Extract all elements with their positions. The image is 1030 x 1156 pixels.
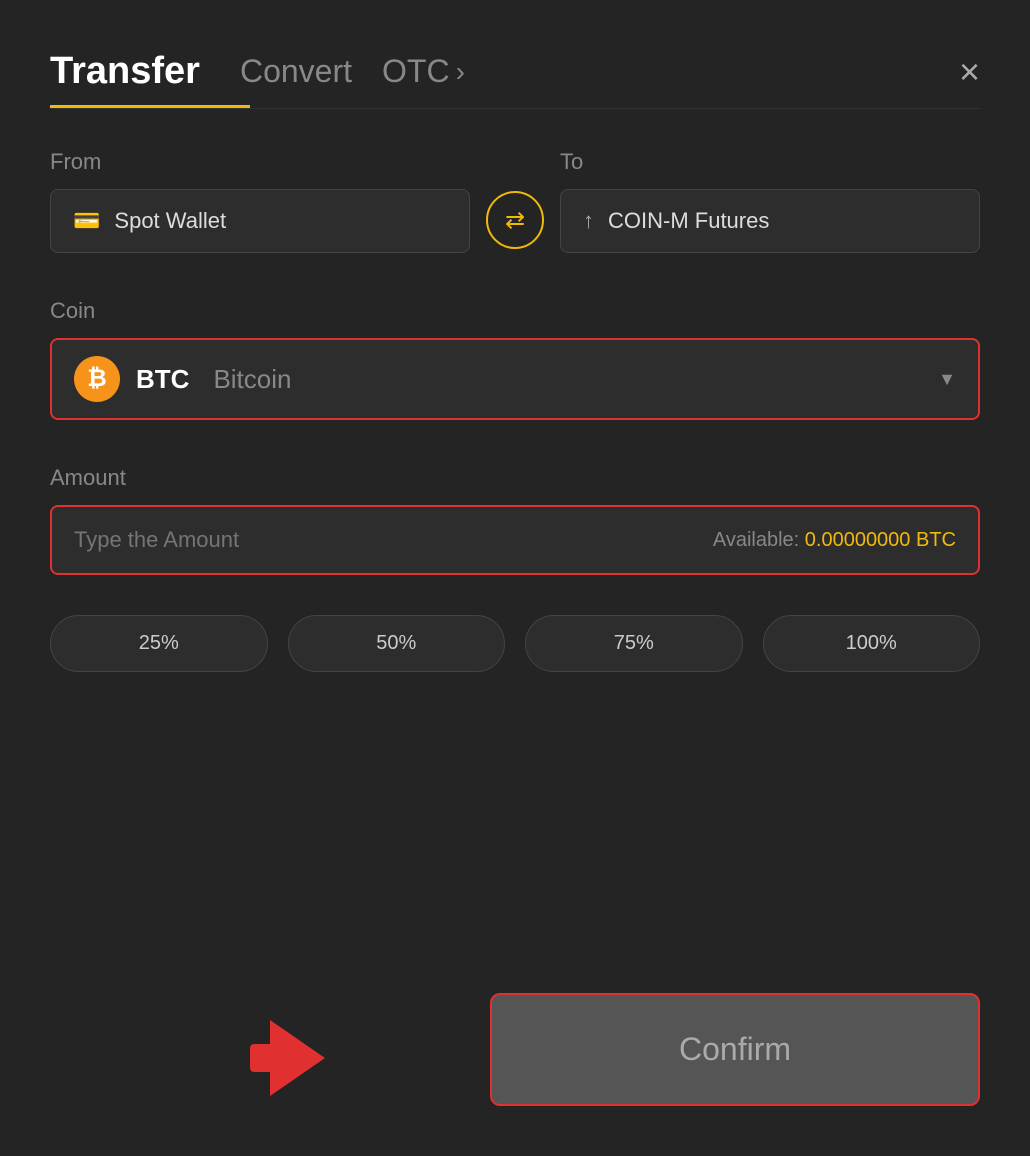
- tab-otc[interactable]: OTC ›: [382, 53, 465, 90]
- available-text: Available: 0.00000000 BTC: [713, 529, 956, 552]
- swap-wrapper: ⇄: [470, 191, 560, 253]
- btc-icon: ₿: [74, 356, 120, 402]
- amount-label: Amount: [50, 465, 980, 491]
- arrow-indicator: [270, 1020, 325, 1096]
- from-label: From: [50, 149, 470, 175]
- from-to-section: From 💳 Spot Wallet ⇄ To ↑ COIN-M Futures: [50, 149, 980, 253]
- bottom-area: Confirm: [50, 993, 980, 1106]
- from-column: From 💳 Spot Wallet: [50, 149, 470, 253]
- header-divider: [50, 108, 980, 109]
- to-wallet-selector[interactable]: ↑ COIN-M Futures: [560, 189, 980, 253]
- close-button[interactable]: ×: [959, 54, 980, 90]
- pct-100-button[interactable]: 100%: [763, 615, 981, 672]
- amount-box: Available: 0.00000000 BTC: [50, 505, 980, 575]
- coin-chevron-down-icon: ▼: [938, 369, 956, 390]
- tab-convert[interactable]: Convert: [240, 53, 352, 90]
- right-arrow-icon: [270, 1020, 325, 1096]
- coin-section: Coin ₿ BTC Bitcoin ▼: [50, 298, 980, 420]
- from-wallet-selector[interactable]: 💳 Spot Wallet: [50, 189, 470, 253]
- swap-icon: ⇄: [505, 206, 525, 235]
- coin-name: Bitcoin: [213, 364, 291, 395]
- from-wallet-label: Spot Wallet: [114, 208, 226, 234]
- otc-chevron-icon: ›: [456, 56, 465, 88]
- coin-label: Coin: [50, 298, 980, 324]
- futures-icon: ↑: [583, 208, 594, 234]
- percentage-row: 25% 50% 75% 100%: [50, 615, 980, 672]
- swap-button[interactable]: ⇄: [486, 191, 544, 249]
- modal-header: Transfer Convert OTC › ×: [50, 50, 980, 93]
- coin-selector[interactable]: ₿ BTC Bitcoin ▼: [50, 338, 980, 420]
- available-amount: 0.00000000 BTC: [805, 529, 956, 551]
- tab-transfer[interactable]: Transfer: [50, 50, 200, 93]
- to-label: To: [560, 149, 980, 175]
- pct-75-button[interactable]: 75%: [525, 615, 743, 672]
- pct-50-button[interactable]: 50%: [288, 615, 506, 672]
- confirm-button[interactable]: Confirm: [490, 993, 980, 1106]
- wallet-icon: 💳: [73, 208, 100, 234]
- to-wallet-label: COIN-M Futures: [608, 208, 769, 234]
- amount-section: Amount Available: 0.00000000 BTC: [50, 465, 980, 575]
- to-column: To ↑ COIN-M Futures: [560, 149, 980, 253]
- pct-25-button[interactable]: 25%: [50, 615, 268, 672]
- coin-symbol: BTC: [136, 364, 189, 395]
- amount-input[interactable]: [74, 527, 713, 553]
- transfer-modal: Transfer Convert OTC › × From 💳 Spot Wal…: [0, 0, 1030, 1156]
